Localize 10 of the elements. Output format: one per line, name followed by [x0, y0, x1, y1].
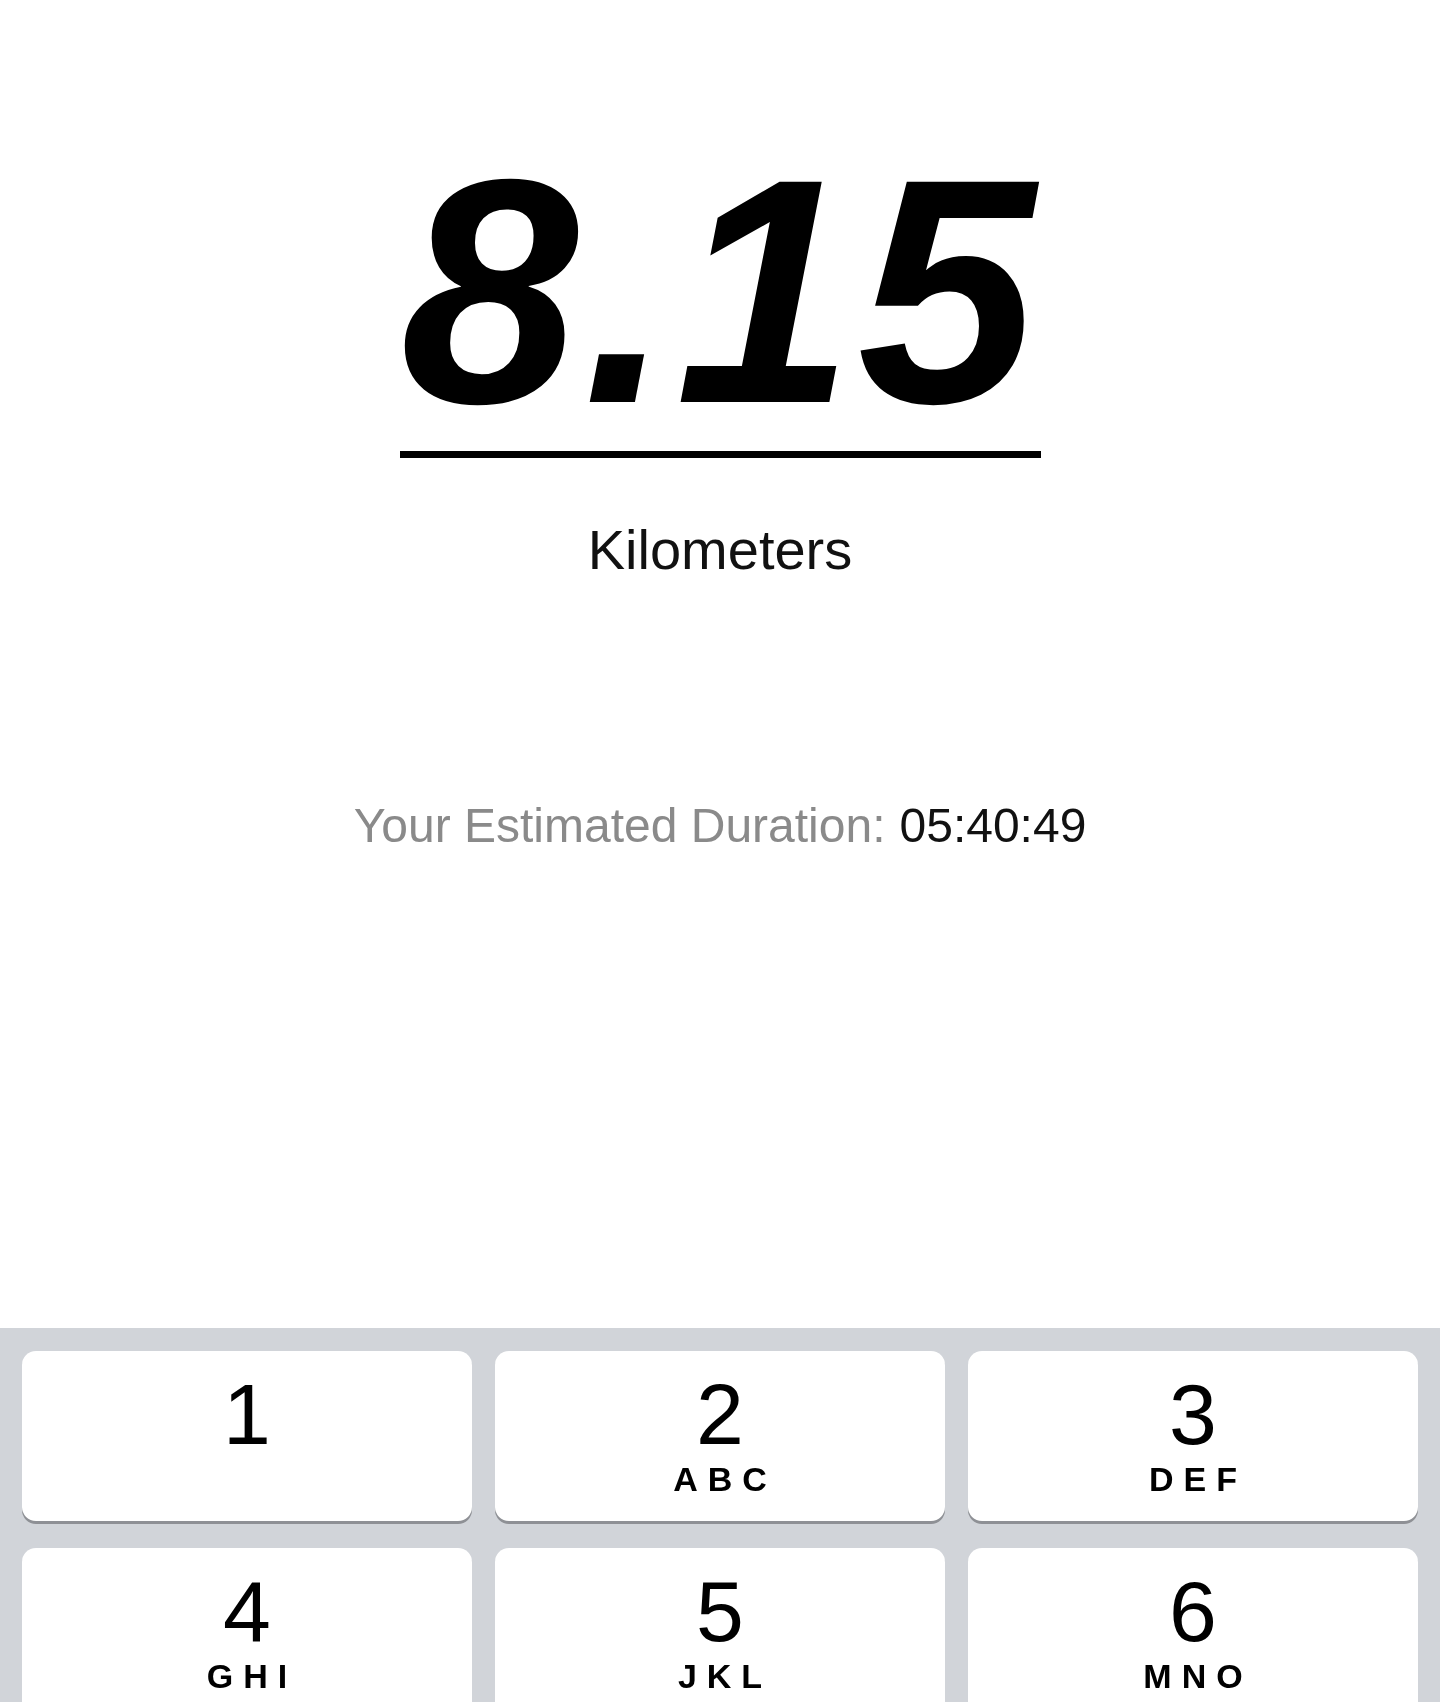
keypad-key[interactable]: 2 ABC [495, 1351, 945, 1521]
duration-value: 05:40:49 [899, 798, 1087, 854]
keypad-key[interactable]: 4 GHI [22, 1548, 472, 1702]
duration-label: Your Estimated Duration: [353, 798, 886, 854]
keypad-key[interactable]: 6 MNO [968, 1548, 1418, 1702]
keypad-key[interactable]: 3 DEF [968, 1351, 1418, 1521]
keypad-key[interactable]: 5 JKL [495, 1548, 945, 1702]
distance-value: 8.15 [400, 131, 1040, 451]
unit-label: Kilometers [587, 518, 853, 582]
keypad-key[interactable]: 1 [22, 1351, 472, 1521]
